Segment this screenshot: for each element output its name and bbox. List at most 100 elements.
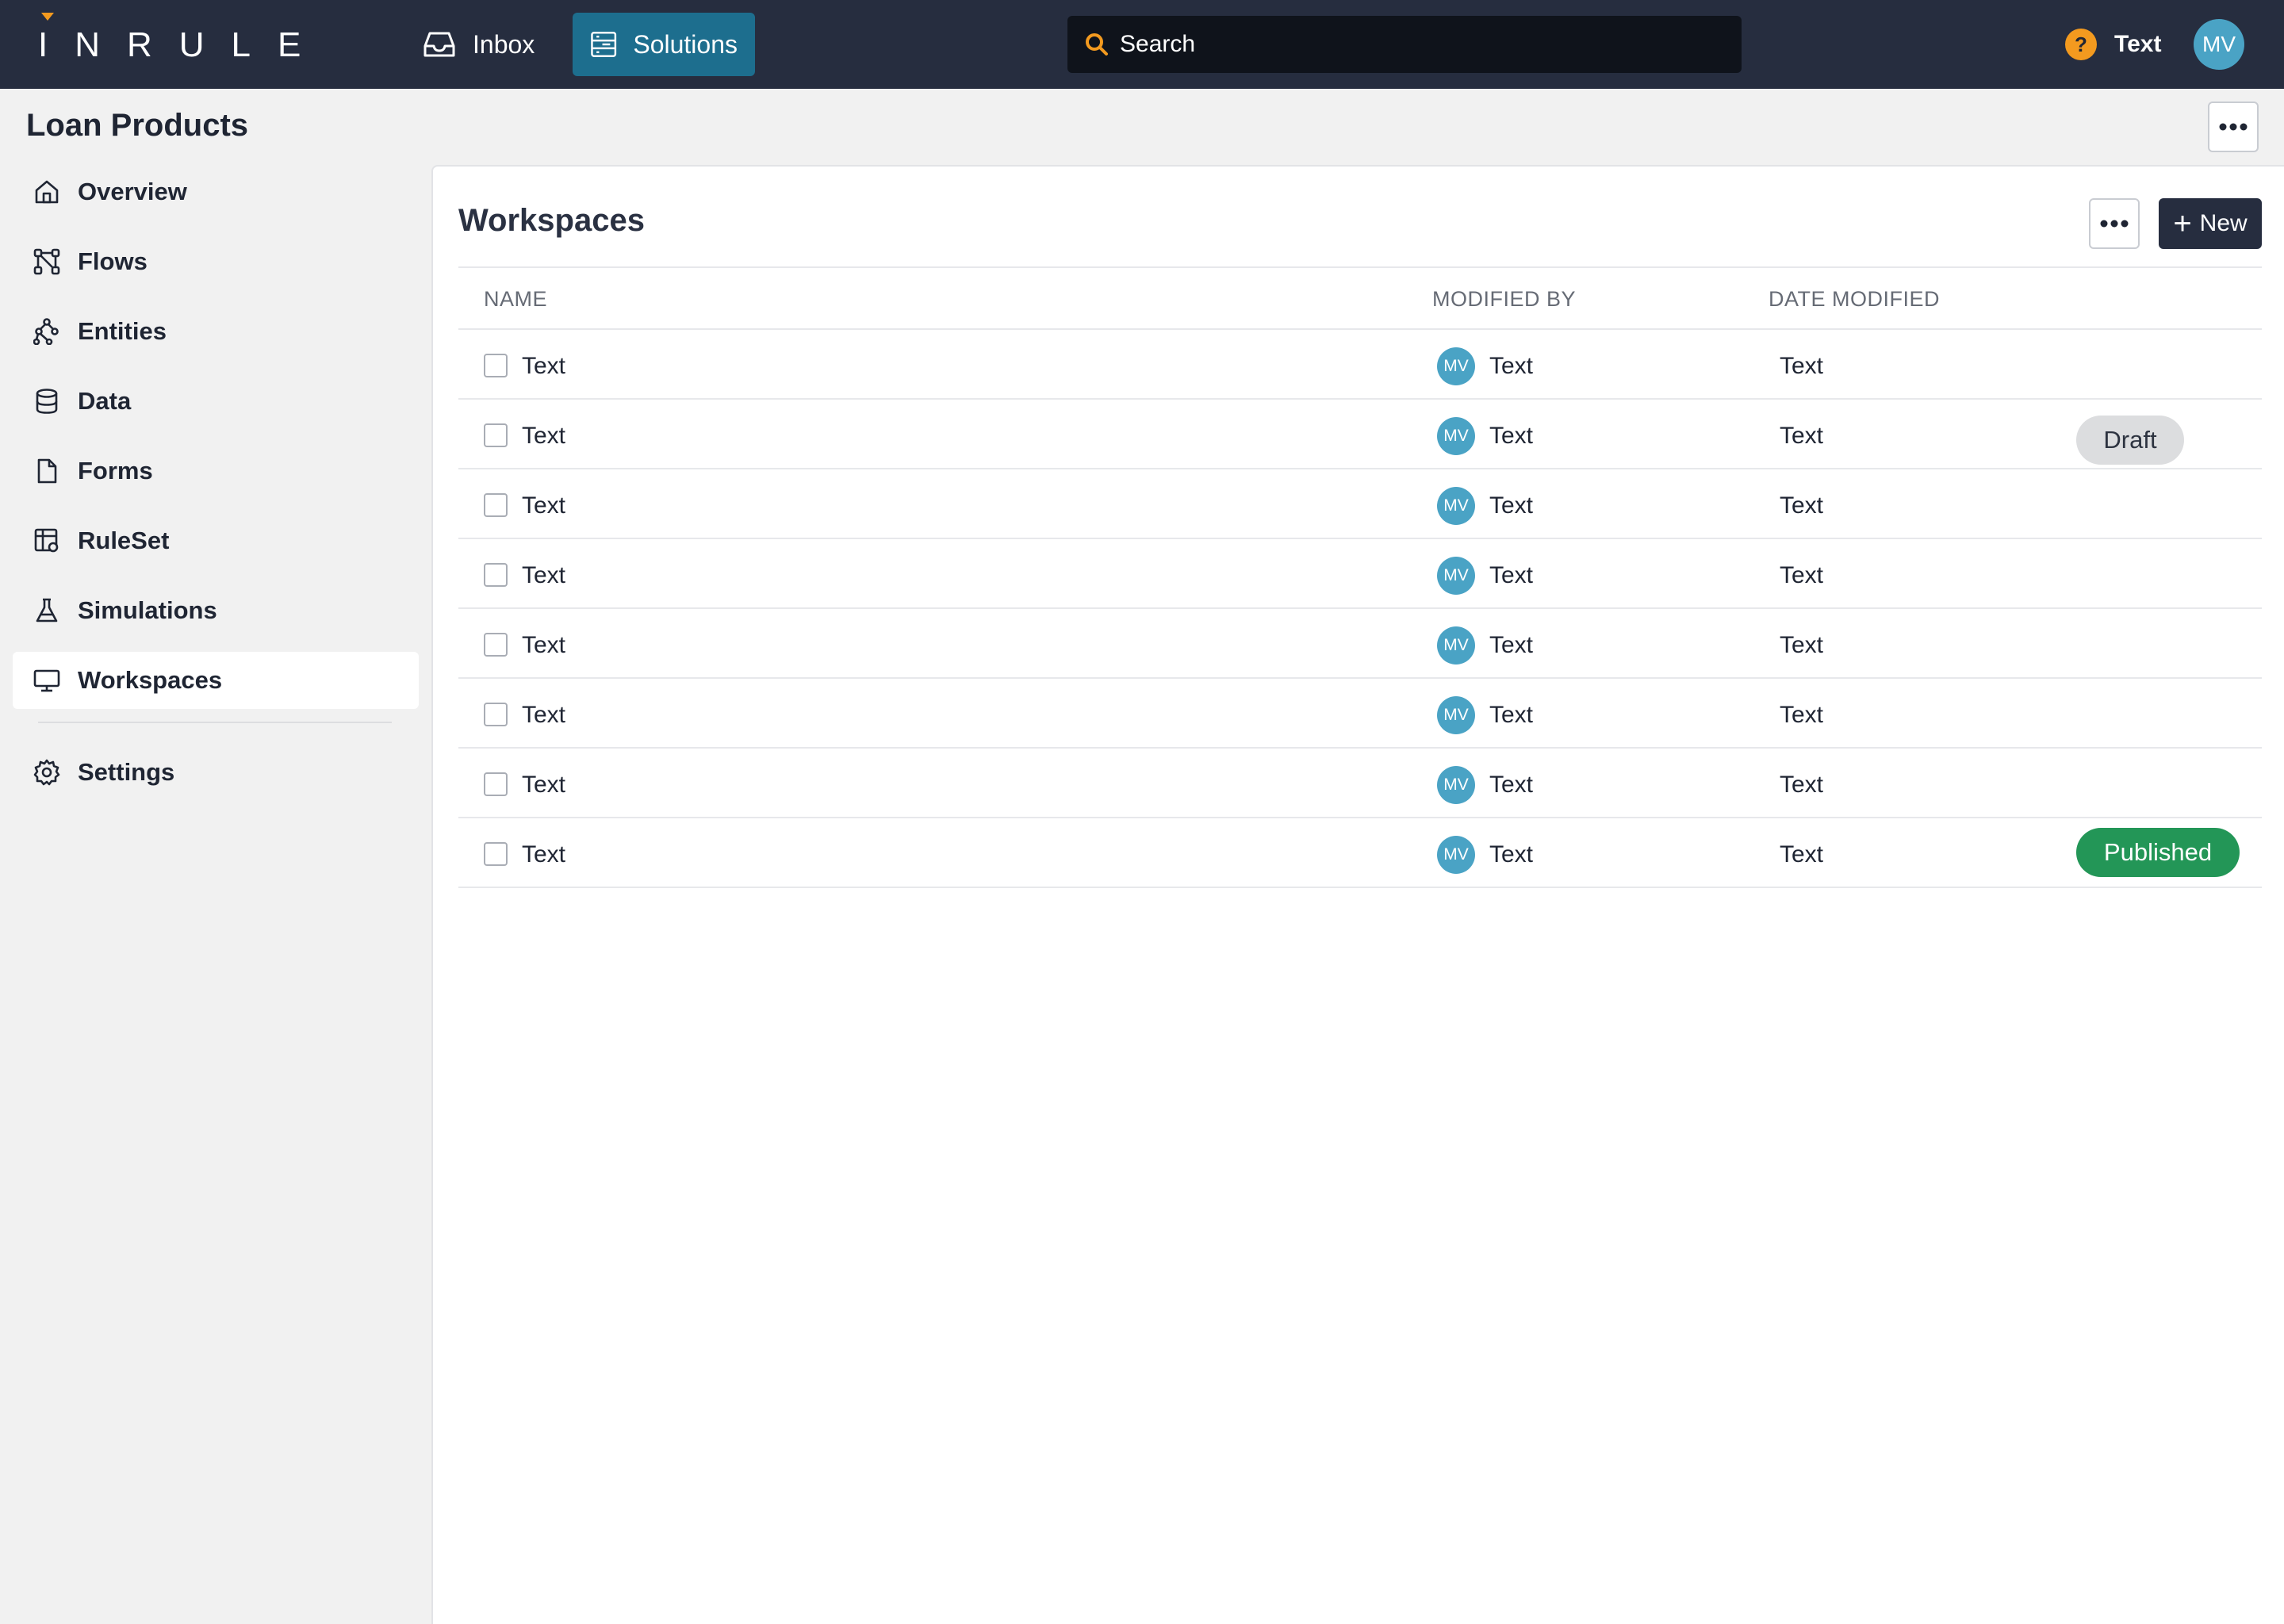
table-body: Text MV Text Text Text MV Text Text Draft Text MV T… <box>458 330 2262 888</box>
database-icon <box>36 389 58 414</box>
flask-icon <box>36 598 58 622</box>
row-name[interactable]: Text <box>522 702 565 729</box>
top-bar: INRULE Inbox Solutions ? Text MV <box>0 0 2284 89</box>
workspaces-table: NAME MODIFIED BY DATE MODIFIED Text MV Tex… <box>458 266 2262 888</box>
modifier-avatar: MV <box>1437 347 1475 385</box>
row-checkbox[interactable] <box>484 772 508 796</box>
page-title: Workspaces <box>458 203 645 238</box>
modifier-avatar: MV <box>1437 417 1475 455</box>
modifier-avatar: MV <box>1437 696 1475 734</box>
row-checkbox[interactable] <box>484 493 508 517</box>
row-modified-by: Text <box>1489 841 1534 868</box>
sidebar-item-label: Forms <box>78 457 153 485</box>
help-icon: ? <box>2065 29 2097 60</box>
sidebar-item-ruleset[interactable]: RuleSet <box>13 512 419 569</box>
logo-mark-icon <box>41 13 54 21</box>
table-row[interactable]: Text MV Text Text Draft <box>458 400 2262 469</box>
modifier-avatar: MV <box>1437 487 1475 525</box>
row-date-modified: Text <box>1780 492 1824 519</box>
modifier-avatar: MV <box>1437 557 1475 595</box>
help-button[interactable]: ? Text <box>2065 29 2161 60</box>
sidebar-item-data[interactable]: Data <box>13 373 419 430</box>
row-date-modified: Text <box>1780 702 1824 728</box>
row-name[interactable]: Text <box>522 841 565 868</box>
page-more-button[interactable] <box>2208 102 2259 152</box>
sidebar-item-label: Entities <box>78 317 167 345</box>
sidebar-item-label: Overview <box>78 178 187 205</box>
row-checkbox[interactable] <box>484 563 508 587</box>
row-checkbox[interactable] <box>484 633 508 657</box>
row-date-modified: Text <box>1780 562 1824 588</box>
table-row[interactable]: Text MV Text Text <box>458 749 2262 818</box>
document-icon <box>37 458 57 484</box>
nav-inbox-button[interactable]: Inbox <box>404 13 563 76</box>
row-date-modified: Text <box>1780 632 1824 658</box>
nav-solutions-button[interactable]: Solutions <box>573 13 755 76</box>
sidebar-item-forms[interactable]: Forms <box>13 442 419 500</box>
row-date-modified: Text <box>1780 772 1824 798</box>
row-modified-by: Text <box>1489 353 1534 379</box>
help-label: Text <box>2114 31 2162 57</box>
modifier-avatar: MV <box>1437 766 1475 804</box>
row-name[interactable]: Text <box>522 772 565 799</box>
row-modified-by: Text <box>1489 492 1534 519</box>
column-header-modified-by[interactable]: MODIFIED BY <box>1432 287 1576 312</box>
table-row[interactable]: Text MV Text Text <box>458 679 2262 749</box>
row-date-modified: Text <box>1780 423 1824 449</box>
row-name[interactable]: Text <box>522 632 565 659</box>
row-name[interactable]: Text <box>522 423 565 450</box>
home-icon <box>35 180 59 204</box>
row-checkbox[interactable] <box>484 842 508 866</box>
table-row[interactable]: Text MV Text Text <box>458 469 2262 539</box>
sidebar-item-label: Settings <box>78 758 175 786</box>
search-icon <box>1086 33 1108 56</box>
row-name[interactable]: Text <box>522 353 565 380</box>
plus-icon: + <box>2173 206 2192 241</box>
new-button-label: New <box>2199 210 2248 236</box>
solutions-icon <box>591 32 617 57</box>
sidebar-item-simulations[interactable]: Simulations <box>13 582 419 639</box>
more-horizontal-icon <box>2219 123 2248 131</box>
sidebar-item-label: Data <box>78 387 132 415</box>
row-checkbox[interactable] <box>484 703 508 726</box>
row-name[interactable]: Text <box>522 562 565 589</box>
sidebar-item-workspaces[interactable]: Workspaces <box>13 652 419 709</box>
sidebar-item-flows[interactable]: Flows <box>13 233 419 290</box>
ruleset-icon <box>34 528 59 553</box>
row-modified-by: Text <box>1489 772 1534 798</box>
nav-inbox-label: Inbox <box>473 29 535 59</box>
flow-icon <box>33 248 60 275</box>
table-row[interactable]: Text MV Text Text Published <box>458 818 2262 888</box>
column-header-name[interactable]: NAME <box>484 287 547 312</box>
search-box[interactable] <box>1067 16 1742 73</box>
row-date-modified: Text <box>1780 841 1824 868</box>
table-row[interactable]: Text MV Text Text <box>458 609 2262 679</box>
gear-icon <box>33 759 60 786</box>
search-input[interactable] <box>1120 31 1723 58</box>
project-title: Loan Products <box>26 108 249 143</box>
modifier-avatar: MV <box>1437 626 1475 665</box>
table-row[interactable]: Text MV Text Text <box>458 539 2262 609</box>
sidebar-item-settings[interactable]: Settings <box>13 744 419 801</box>
sidebar-item-overview[interactable]: Overview <box>13 163 419 220</box>
row-modified-by: Text <box>1489 632 1534 658</box>
sidebar-item-label: Flows <box>78 247 148 275</box>
user-avatar[interactable]: MV <box>2194 19 2244 70</box>
row-checkbox[interactable] <box>484 354 508 377</box>
sidebar-item-entities[interactable]: Entities <box>13 303 419 360</box>
sidebar: Overview Flows Entities Data Forms RuleS… <box>13 163 419 814</box>
row-name[interactable]: Text <box>522 492 565 519</box>
table-row[interactable]: Text MV Text Text <box>458 330 2262 400</box>
status-badge: Published <box>2076 828 2240 877</box>
row-checkbox[interactable] <box>484 423 508 447</box>
sidebar-item-label: Simulations <box>78 596 217 624</box>
inbox-icon <box>423 32 455 57</box>
panel-more-button[interactable] <box>2089 198 2140 249</box>
new-button[interactable]: + New <box>2159 198 2262 249</box>
column-header-date-modified[interactable]: DATE MODIFIED <box>1769 287 1940 312</box>
app-logo[interactable]: INRULE <box>38 27 328 63</box>
main-panel: Workspaces + New NAME MODIFIED BY DATE M… <box>431 165 2284 1624</box>
nav-solutions-label: Solutions <box>633 29 738 59</box>
entities-icon <box>33 318 59 345</box>
sidebar-item-label: Workspaces <box>78 666 223 694</box>
